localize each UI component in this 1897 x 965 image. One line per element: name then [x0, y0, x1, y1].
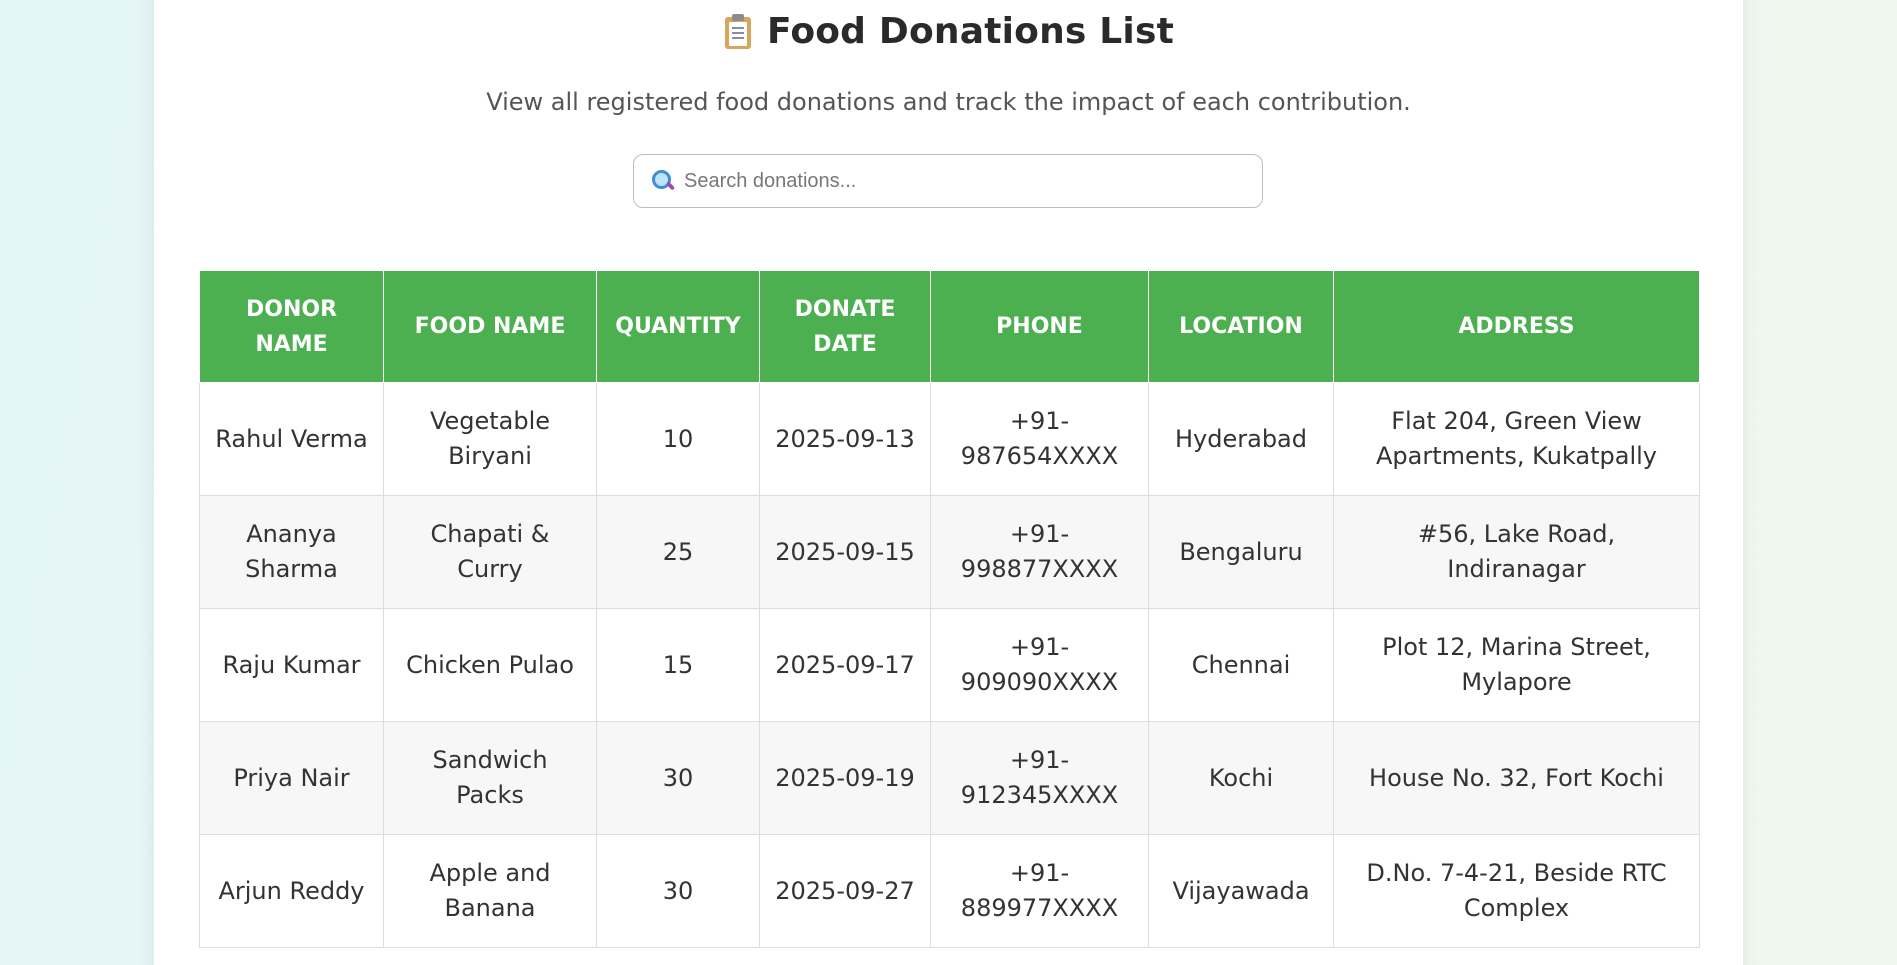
cell-donate-date: 2025-09-17	[759, 608, 931, 722]
cell-donor-name: Arjun Reddy	[199, 834, 384, 948]
cell-phone: +91-912345XXXX	[930, 721, 1149, 835]
cell-location: Kochi	[1148, 721, 1334, 835]
cell-location: Chennai	[1148, 608, 1334, 722]
column-header-address[interactable]: Address	[1333, 270, 1700, 383]
column-header-location[interactable]: Location	[1148, 270, 1334, 383]
column-header-donate-date[interactable]: Donate Date	[759, 270, 931, 383]
cell-quantity: 30	[596, 834, 760, 948]
cell-location: Hyderabad	[1148, 382, 1334, 496]
cell-quantity: 30	[596, 721, 760, 835]
cell-donate-date: 2025-09-27	[759, 834, 931, 948]
column-header-quantity[interactable]: Quantity	[596, 270, 760, 383]
table-row: Rahul Verma Vegetable Biryani 10 2025-09…	[199, 382, 1700, 496]
cell-location: Bengaluru	[1148, 495, 1334, 609]
cell-address: D.No. 7-4-21, Beside RTC Complex	[1333, 834, 1700, 948]
column-header-phone[interactable]: Phone	[930, 270, 1149, 383]
cell-food-name: Chapati & Curry	[383, 495, 597, 609]
cell-donate-date: 2025-09-19	[759, 721, 931, 835]
cell-donor-name: Ananya Sharma	[199, 495, 384, 609]
cell-food-name: Chicken Pulao	[383, 608, 597, 722]
cell-donate-date: 2025-09-15	[759, 495, 931, 609]
table-row: Ananya Sharma Chapati & Curry 25 2025-09…	[199, 495, 1700, 609]
table-header-row: Donor Name Food Name Quantity Donate Dat…	[199, 270, 1700, 383]
search-input[interactable]	[682, 168, 1246, 194]
cell-phone: +91-889977XXXX	[930, 834, 1149, 948]
cell-donor-name: Rahul Verma	[199, 382, 384, 496]
cell-donate-date: 2025-09-13	[759, 382, 931, 496]
table-row: Arjun Reddy Apple and Banana 30 2025-09-…	[199, 834, 1700, 948]
cell-location: Vijayawada	[1148, 834, 1334, 948]
column-header-donor-name[interactable]: Donor Name	[199, 270, 384, 383]
cell-food-name: Vegetable Biryani	[383, 382, 597, 496]
page-title-text: Food Donations List	[766, 10, 1175, 52]
cell-food-name: Apple and Banana	[383, 834, 597, 948]
search-box[interactable]	[633, 154, 1263, 208]
cell-donor-name: Raju Kumar	[199, 608, 384, 722]
clipboard-icon	[723, 13, 753, 49]
cell-phone: +91-998877XXXX	[930, 495, 1149, 609]
cell-donor-name: Priya Nair	[199, 721, 384, 835]
column-header-food-name[interactable]: Food Name	[383, 270, 597, 383]
cell-food-name: Sandwich Packs	[383, 721, 597, 835]
cell-address: Plot 12, Marina Street, Mylapore	[1333, 608, 1700, 722]
table-row: Raju Kumar Chicken Pulao 15 2025-09-17 +…	[199, 608, 1700, 722]
cell-quantity: 15	[596, 608, 760, 722]
page-subtitle: View all registered food donations and t…	[486, 88, 1411, 116]
cell-quantity: 25	[596, 495, 760, 609]
table-row: Priya Nair Sandwich Packs 30 2025-09-19 …	[199, 721, 1700, 835]
cell-address: #56, Lake Road, Indiranagar	[1333, 495, 1700, 609]
cell-phone: +91-909090XXXX	[930, 608, 1149, 722]
cell-address: House No. 32, Fort Kochi	[1333, 721, 1700, 835]
donations-table: Donor Name Food Name Quantity Donate Dat…	[199, 270, 1700, 948]
cell-address: Flat 204, Green View Apartments, Kukatpa…	[1333, 382, 1700, 496]
search-icon	[652, 170, 676, 192]
cell-quantity: 10	[596, 382, 760, 496]
page-title: Food Donations List	[0, 0, 1897, 62]
cell-phone: +91-987654XXXX	[930, 382, 1149, 496]
